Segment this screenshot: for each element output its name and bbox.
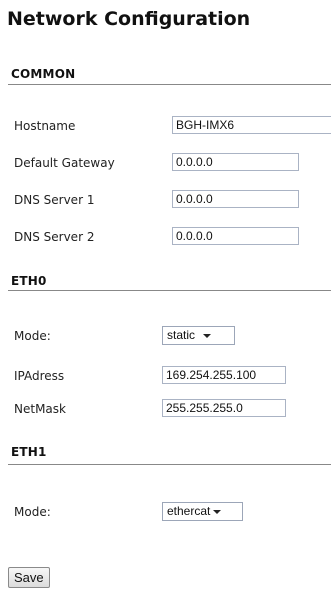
section-title-eth1: ETH1 [11,445,47,459]
save-button[interactable]: Save [8,567,50,588]
section-title-common: COMMON [11,67,76,81]
eth1-mode-select[interactable]: ethercat [162,502,243,521]
dns-server-1-input[interactable] [172,190,299,208]
default-gateway-input[interactable] [172,153,299,171]
dns-server-2-input[interactable] [172,227,299,245]
hostname-label: Hostname [14,119,76,133]
chevron-down-icon [213,509,222,514]
default-gateway-label: Default Gateway [14,156,115,170]
page-title: Network Configuration [7,8,251,30]
hostname-input[interactable] [172,116,331,134]
dns-server-2-label: DNS Server 2 [14,230,95,244]
section-title-eth0: ETH0 [11,274,47,288]
eth1-mode-value: ethercat [167,504,211,518]
netmask-input[interactable] [162,399,286,417]
chevron-down-icon [203,333,212,338]
section-divider-eth0 [8,290,331,291]
section-divider-common [8,84,331,85]
dns-server-1-label: DNS Server 1 [14,193,95,207]
netmask-label: NetMask [14,402,66,416]
section-divider-eth1 [8,464,331,465]
ip-address-input[interactable] [162,366,286,384]
eth1-mode-label: Mode: [14,505,51,519]
eth0-mode-label: Mode: [14,329,51,343]
eth0-mode-select[interactable]: static [162,326,235,345]
eth0-mode-value: static [167,328,196,342]
ip-address-label: IPAdress [14,369,65,383]
